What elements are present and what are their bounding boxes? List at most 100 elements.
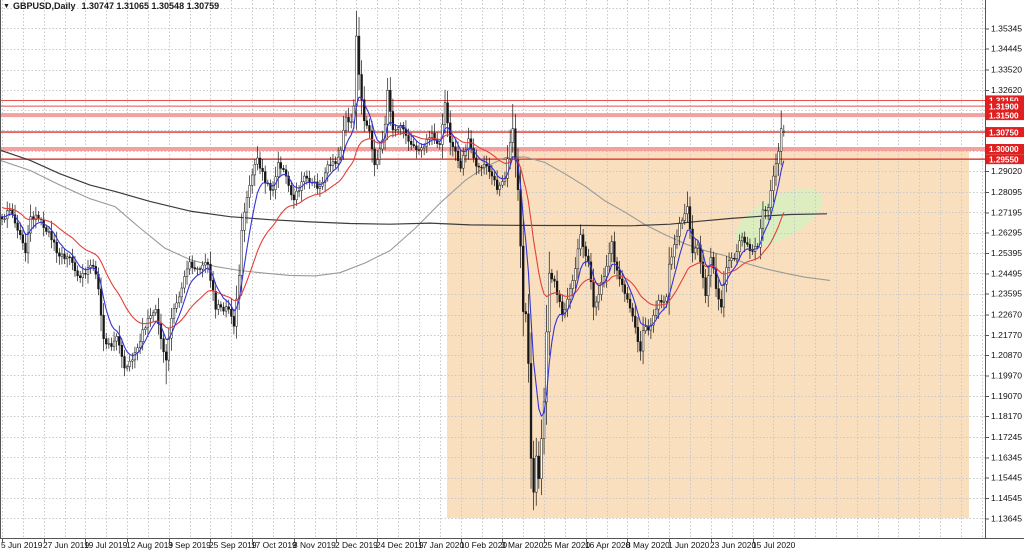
y-axis-label: 1.16345 bbox=[991, 452, 1022, 462]
x-axis-label: 15 Jul 2020 bbox=[752, 540, 796, 550]
y-axis-label: 1.25395 bbox=[991, 248, 1022, 258]
candle-body bbox=[207, 262, 209, 264]
candle-body bbox=[739, 241, 741, 252]
candle-body bbox=[111, 343, 113, 346]
candle-body bbox=[783, 132, 785, 133]
candle-body bbox=[692, 229, 694, 253]
candle-body bbox=[642, 331, 644, 351]
candle-body bbox=[533, 458, 535, 492]
tags-layer: 1.321501.319001.315001.307501.300001.295… bbox=[986, 95, 1024, 164]
candle-body bbox=[150, 316, 152, 319]
candle-body bbox=[181, 288, 183, 297]
candle-body bbox=[765, 210, 767, 211]
symbol-dropdown-icon: ▼ bbox=[3, 3, 10, 10]
candle-body bbox=[494, 176, 496, 180]
candle-body bbox=[522, 246, 524, 311]
candle-body bbox=[290, 185, 292, 194]
candle-body bbox=[155, 309, 157, 313]
candle-body bbox=[374, 149, 376, 165]
candle-body bbox=[595, 302, 597, 307]
candle-body bbox=[780, 129, 782, 152]
candle-body bbox=[723, 284, 725, 307]
candle-body bbox=[481, 167, 483, 168]
candle-body bbox=[728, 261, 730, 268]
candle-body bbox=[392, 111, 394, 129]
candle-body bbox=[686, 207, 688, 214]
candle-body bbox=[457, 151, 459, 161]
candle-body bbox=[9, 210, 11, 211]
candle-body bbox=[184, 277, 186, 289]
candle-body bbox=[689, 207, 691, 229]
candle-body bbox=[634, 316, 636, 327]
candle-body bbox=[585, 247, 587, 256]
chart-canvas[interactable]: 1.353451.344451.335201.326201.290201.280… bbox=[0, 0, 1024, 554]
candle-body bbox=[56, 242, 58, 253]
candle-body bbox=[491, 172, 493, 176]
candle-body bbox=[614, 242, 616, 262]
candle-body bbox=[366, 121, 368, 126]
candle-body bbox=[152, 313, 154, 316]
candle-body bbox=[126, 367, 128, 368]
candle-body bbox=[53, 240, 55, 242]
candle-body bbox=[746, 243, 748, 245]
candle-body bbox=[655, 309, 657, 315]
candle-body bbox=[778, 151, 780, 163]
candle-body bbox=[108, 343, 110, 344]
x-axis-label: 25 Mar 2020 bbox=[543, 540, 590, 550]
candle-body bbox=[627, 294, 629, 300]
candle-body bbox=[582, 235, 584, 247]
candle-body bbox=[361, 74, 363, 99]
candle-body bbox=[61, 254, 63, 256]
supply-demand-zone[interactable] bbox=[447, 150, 969, 518]
candle-body bbox=[707, 276, 709, 296]
y-axis-label: 1.19970 bbox=[991, 370, 1022, 380]
candle-body bbox=[379, 149, 381, 160]
candle-body bbox=[421, 148, 423, 150]
candle-body bbox=[204, 262, 206, 265]
x-axis-label: 5 Jun 2019 bbox=[1, 540, 43, 550]
candle-body bbox=[335, 161, 337, 163]
y-axis-label: 1.33520 bbox=[991, 65, 1022, 75]
y-axis-label: 1.14545 bbox=[991, 493, 1022, 503]
candle-body bbox=[439, 144, 441, 145]
candle-body bbox=[475, 158, 477, 166]
candle-body bbox=[74, 263, 76, 271]
chart-window: 1.353451.344451.335201.326201.290201.280… bbox=[0, 0, 1024, 554]
y-axis-label: 1.15445 bbox=[991, 473, 1022, 483]
y-axis-label: 1.20870 bbox=[991, 350, 1022, 360]
candle-body bbox=[455, 147, 457, 151]
candle-body bbox=[316, 182, 318, 189]
candle-body bbox=[538, 456, 540, 479]
candle-body bbox=[298, 190, 300, 191]
candle-body bbox=[548, 273, 550, 332]
candle-body bbox=[632, 308, 634, 316]
candle-body bbox=[121, 345, 123, 356]
candle-body bbox=[606, 266, 608, 276]
candle-body bbox=[319, 186, 321, 188]
candle-body bbox=[48, 231, 50, 232]
candle-body bbox=[243, 212, 245, 230]
candle-body bbox=[397, 128, 399, 130]
candle-body bbox=[168, 338, 170, 360]
candle-body bbox=[71, 257, 73, 262]
candle-body bbox=[496, 180, 498, 190]
candle-body bbox=[51, 231, 53, 239]
candle-body bbox=[215, 291, 217, 309]
x-axis-label: 23 Jun 2020 bbox=[710, 540, 756, 550]
candle-body bbox=[679, 224, 681, 237]
y-axis-label: 1.17245 bbox=[991, 432, 1022, 442]
candle-body bbox=[574, 269, 576, 281]
candle-body bbox=[671, 257, 673, 264]
y-axis-label: 1.18170 bbox=[991, 411, 1022, 421]
candle-body bbox=[376, 160, 378, 165]
candle-body bbox=[194, 268, 196, 269]
candle-body bbox=[249, 185, 251, 197]
candle-body bbox=[254, 164, 256, 175]
x-axis-label: 16 Apr 2020 bbox=[585, 540, 631, 550]
x-axis-label: 27 Jun 2019 bbox=[43, 540, 89, 550]
candle-body bbox=[624, 285, 626, 294]
candle-body bbox=[327, 165, 329, 173]
candle-body bbox=[293, 195, 295, 200]
candle-body bbox=[731, 258, 733, 260]
candle-body bbox=[676, 236, 678, 244]
